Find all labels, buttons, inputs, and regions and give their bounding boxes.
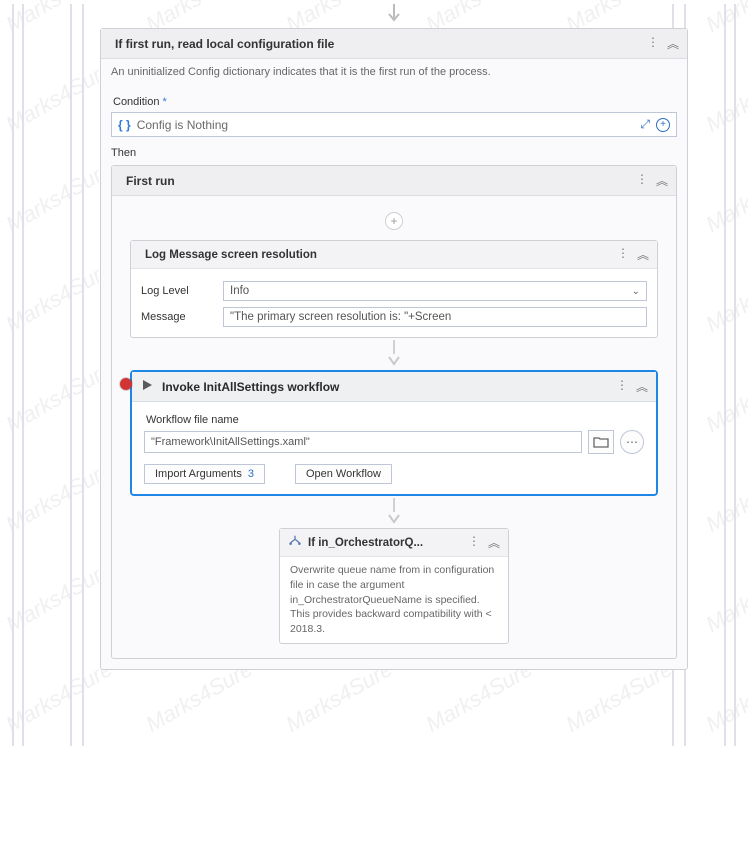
collapse-icon[interactable]: ︽ — [637, 246, 649, 263]
condition-label: Condition * — [113, 96, 675, 108]
menu-icon[interactable]: ⋮ — [616, 378, 628, 395]
inner-if-activity[interactable]: If in_OrchestratorQ... ⋮ ︽ Overwrite que… — [279, 528, 509, 643]
browse-folder-button[interactable] — [588, 430, 614, 454]
menu-icon[interactable]: ⋮ — [636, 172, 648, 189]
if-activity-description: An uninitialized Config dictionary indic… — [101, 59, 687, 86]
chevron-down-icon: ⌄ — [632, 286, 640, 297]
inner-if-header[interactable]: If in_OrchestratorQ... ⋮ ︽ — [280, 529, 508, 557]
message-value: "The primary screen resolution is: "+Scr… — [230, 311, 451, 323]
collapse-icon[interactable]: ︽ — [636, 378, 648, 395]
import-arguments-button[interactable]: Import Arguments 3 — [144, 464, 265, 484]
log-message-activity[interactable]: Log Message screen resolution ⋮ ︽ Log Le… — [130, 240, 658, 338]
connector — [130, 340, 658, 368]
more-options-button[interactable]: ⋯ — [620, 430, 644, 454]
invoke-title: Invoke InitAllSettings workflow — [162, 380, 608, 394]
breakpoint-icon[interactable] — [120, 378, 132, 390]
invoke-header[interactable]: Invoke InitAllSettings workflow ⋮ ︽ — [132, 372, 656, 402]
first-run-header[interactable]: First run ⋮ ︽ — [112, 166, 676, 196]
log-level-value: Info — [230, 285, 249, 297]
add-activity-button[interactable]: + — [130, 212, 658, 230]
menu-icon[interactable]: ⋮ — [647, 35, 659, 52]
message-input[interactable]: "The primary screen resolution is: "+Scr… — [223, 307, 647, 327]
log-message-header[interactable]: Log Message screen resolution ⋮ ︽ — [131, 241, 657, 269]
play-icon — [140, 378, 154, 395]
connector — [130, 498, 658, 526]
arrow-down-icon — [100, 4, 688, 24]
expand-expression-icon[interactable]: ⤢ — [640, 117, 650, 132]
condition-expression-input[interactable]: { } Config is Nothing ⤢ + — [111, 112, 677, 137]
menu-icon[interactable]: ⋮ — [468, 534, 480, 551]
condition-expression-text: Config is Nothing — [137, 118, 635, 132]
open-workflow-button[interactable]: Open Workflow — [295, 464, 392, 484]
collapse-icon[interactable]: ︽ — [488, 534, 500, 551]
invoke-workflow-activity[interactable]: Invoke InitAllSettings workflow ⋮ ︽ Work… — [130, 370, 658, 496]
first-run-title: First run — [126, 174, 630, 188]
if-activity-title: If first run, read local configuration f… — [115, 37, 641, 51]
workflow-file-input[interactable]: "Framework\InitAllSettings.xaml" — [144, 431, 582, 453]
collapse-icon[interactable]: ︽ — [656, 172, 668, 189]
workflow-file-label: Workflow file name — [146, 414, 642, 426]
then-label: Then — [111, 147, 677, 159]
message-label: Message — [141, 311, 213, 323]
collapse-icon[interactable]: ︽ — [667, 35, 679, 52]
menu-icon[interactable]: ⋮ — [617, 246, 629, 263]
log-level-select[interactable]: Info ⌄ — [223, 281, 647, 301]
log-level-label: Log Level — [141, 285, 213, 297]
log-message-title: Log Message screen resolution — [145, 249, 611, 261]
first-run-sequence[interactable]: First run ⋮ ︽ + Log Message — [111, 165, 677, 658]
workflow-file-value: "Framework\InitAllSettings.xaml" — [151, 436, 310, 448]
braces-icon: { } — [118, 118, 131, 132]
if-activity-card[interactable]: If first run, read local configuration f… — [100, 28, 688, 670]
if-icon — [288, 534, 302, 551]
add-expression-icon[interactable]: + — [656, 118, 670, 132]
import-arguments-count: 3 — [248, 468, 254, 480]
inner-if-description: Overwrite queue name from in configurati… — [280, 557, 508, 642]
if-activity-header[interactable]: If first run, read local configuration f… — [101, 29, 687, 59]
inner-if-title: If in_OrchestratorQ... — [308, 537, 462, 549]
